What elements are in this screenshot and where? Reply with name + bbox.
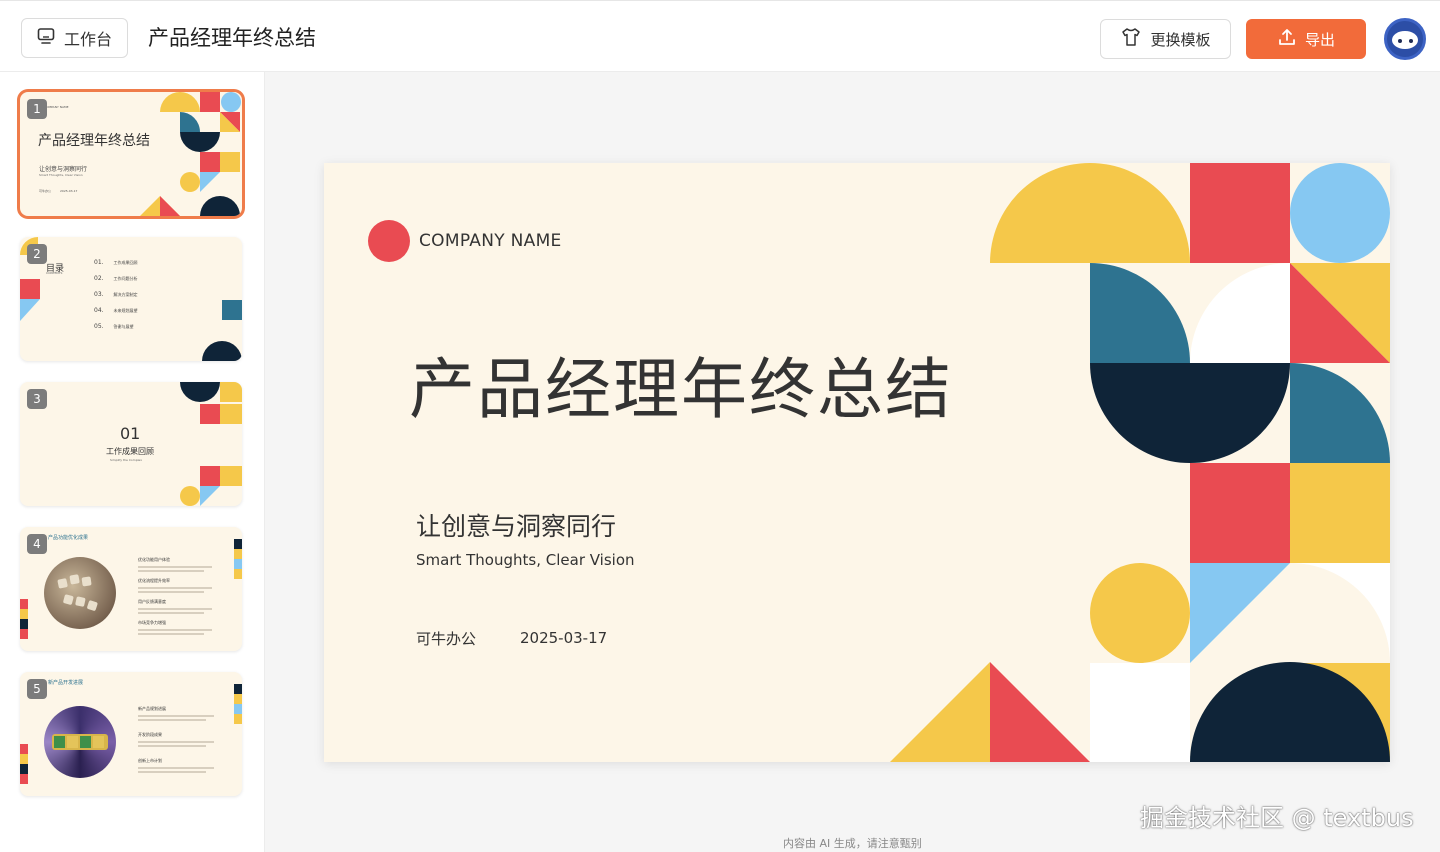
main-slide-canvas[interactable]: COMPANY NAME 产品经理年终总结 让创意与洞察同行 Smart Tho… [324, 163, 1390, 762]
thumb-subtitle: 让创意与洞察同行 [39, 166, 88, 173]
slide-thumbnail-1[interactable]: 1 COMPANY NAME 产品经理年终总结 让创意与洞察同行 Smart T… [20, 92, 242, 216]
slide-author[interactable]: 可牛办公 [416, 628, 476, 649]
watermark: 掘金技术社区 @ textbus [1140, 804, 1414, 832]
workbench-button[interactable]: 工作台 [21, 18, 128, 58]
toc-item: 03. 解决方案制定 [94, 291, 138, 298]
avatar-face [1392, 31, 1418, 49]
toc-item: 05. 答谢与展望 [94, 323, 134, 330]
export-label: 导出 [1304, 30, 1335, 49]
shirt-icon [1120, 26, 1142, 52]
toc-item: 02. 工作问题分析 [94, 275, 138, 282]
thumb-subtitle-en: Smart Thoughts, Clear Vision [39, 173, 83, 177]
thumb-bullets: 新产品规划进展 开发阶段成果 创新上市计划 [138, 706, 214, 784]
year-image [44, 706, 116, 778]
section-number: 01 [120, 424, 141, 443]
workbench-label: 工作台 [64, 30, 113, 49]
toc-item: 04. 未来规划展望 [94, 307, 138, 314]
slide-number: 4 [27, 534, 47, 554]
seo-image [44, 557, 116, 629]
geometric-pattern [140, 92, 241, 216]
bullet-block: 优化功能用户体验 [138, 557, 212, 578]
bullet-block: 市场竞争力增强 [138, 620, 212, 641]
slide-subtitle[interactable]: 让创意与洞察同行 [416, 507, 616, 543]
avatar-eye-left [1398, 39, 1402, 43]
slide-thumbnail-3[interactable]: 3 01 工作成果回顾 Simplify the Complex [20, 382, 242, 506]
slide-thumbnail-4[interactable]: 4 产品功能优化成果 优化功能用户体验 优化流程提升效率 用户反馈满意度 市场竞… [20, 527, 242, 651]
company-name[interactable]: COMPANY NAME [419, 231, 562, 251]
export-button[interactable]: 导出 [1246, 19, 1366, 59]
monitor-icon [36, 26, 56, 50]
thumb-author: 可牛办公 [39, 189, 52, 193]
section-title: 工作成果回顾 [106, 447, 154, 456]
toc-item: 01. 工作成果回顾 [94, 259, 138, 266]
top-bar: 工作台 产品经理年终总结 更换模板 导出 [0, 0, 1440, 72]
company-logo-dot [368, 220, 410, 262]
geometric-pattern [180, 382, 242, 506]
slide-title[interactable]: 产品经理年终总结 [409, 336, 953, 432]
toc-title-en: CONTENTS [46, 271, 63, 275]
avatar-eye-right [1409, 39, 1413, 43]
slide-thumbnail-panel: 1 COMPANY NAME 产品经理年终总结 让创意与洞察同行 Smart T… [0, 72, 265, 852]
change-template-label: 更换模板 [1150, 30, 1211, 49]
bullet-block: 用户反馈满意度 [138, 599, 212, 620]
slide-number: 2 [27, 244, 47, 264]
thumb-company-name: COMPANY NAME [44, 105, 69, 109]
upload-icon [1277, 27, 1297, 51]
thumb-date: 2025-03-17 [60, 189, 78, 193]
bullet-block: 开发阶段成果 [138, 732, 214, 758]
change-template-button[interactable]: 更换模板 [1100, 19, 1231, 59]
thumb-bullets: 优化功能用户体验 优化流程提升效率 用户反馈满意度 市场竞争力增强 [138, 557, 212, 641]
bullet-block: 创新上市计划 [138, 758, 214, 784]
bullet-block: 新产品规划进展 [138, 706, 214, 732]
geometric-pattern [890, 163, 1390, 762]
slide-number: 5 [27, 679, 47, 699]
slide-number: 3 [27, 389, 47, 409]
slide-thumbnail-5[interactable]: 5 新产品开发进展 新产品规划进展 开发阶段成果 创新上市计划 [20, 672, 242, 796]
section-subtitle: Simplify the Complex [110, 458, 142, 462]
toc-list: 01. 工作成果回顾 02. 工作问题分析 03. 解决方案制定 04. 未来规划展望 … [94, 259, 138, 339]
thumb-title: 产品经理年终总结 [38, 133, 150, 149]
slide-subtitle-en[interactable]: Smart Thoughts, Clear Vision [416, 551, 635, 569]
slide-number: 1 [27, 99, 47, 119]
slide-thumbnail-2[interactable]: 2 目录 CONTENTS 01. 工作成果回顾 02. 工作问题分析 03. 解决方… [20, 237, 242, 361]
user-avatar[interactable] [1384, 18, 1426, 60]
slide-date[interactable]: 2025-03-17 [520, 629, 607, 647]
ai-disclaimer: 内容由 AI 生成，请注意甄别 [783, 837, 922, 850]
bullet-block: 优化流程提升效率 [138, 578, 212, 599]
document-title[interactable]: 产品经理年终总结 [148, 22, 316, 52]
